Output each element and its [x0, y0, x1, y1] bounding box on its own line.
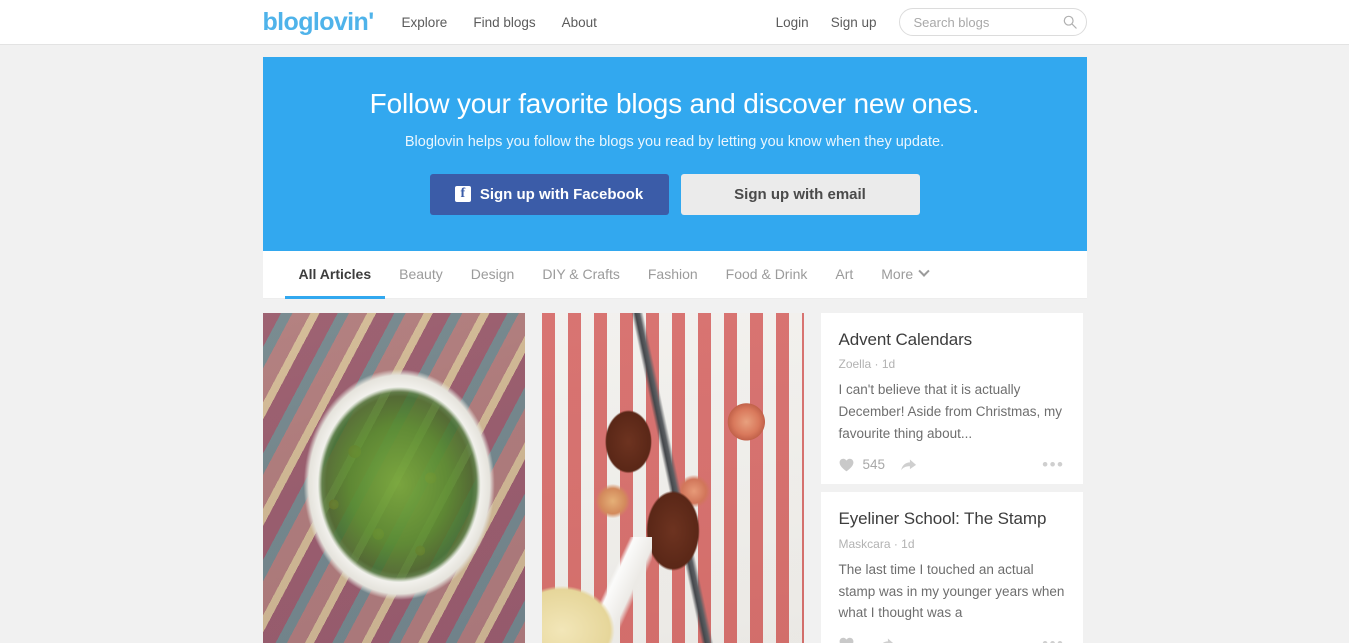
ellipsis-icon[interactable]: •••	[1042, 635, 1064, 643]
tab-art[interactable]: Art	[821, 251, 867, 298]
feed-column-1	[262, 312, 525, 643]
signup-with-facebook-label: Sign up with Facebook	[479, 185, 644, 203]
tab-more[interactable]: More	[867, 251, 942, 298]
feed-column-2	[541, 312, 804, 643]
facebook-icon: f	[454, 186, 471, 203]
article-title[interactable]: Advent Calendars	[839, 329, 1065, 350]
hero-cta-group: f Sign up with Facebook Sign up with ema…	[283, 173, 1067, 215]
tab-design-label: Design	[470, 266, 515, 283]
article-meta: Zoella · 1d	[838, 356, 896, 371]
article-title[interactable]: Eyeliner School: The Stamp	[839, 508, 1065, 529]
hero-title: Follow your favorite blogs and discover …	[369, 88, 980, 119]
page-container: Follow your favorite blogs and discover …	[262, 45, 1087, 643]
nav-item-explore[interactable]: Explore	[402, 15, 448, 30]
header-actions: Login Sign up	[776, 8, 1087, 36]
salad-photo	[262, 312, 525, 643]
chevron-down-icon	[918, 265, 930, 277]
heart-icon[interactable]	[839, 637, 854, 643]
heart-icon[interactable]	[839, 458, 854, 472]
article-actions: •••	[839, 635, 1065, 643]
apple-butter-photo	[541, 312, 804, 643]
signup-with-email-button[interactable]: Sign up with email	[680, 173, 920, 215]
tab-fashion[interactable]: Fashion	[634, 251, 712, 298]
photo-card-salad[interactable]	[262, 312, 525, 643]
like-count: 545	[862, 457, 886, 473]
tab-more-label: More	[881, 266, 914, 283]
article-meta: Maskcara · 1d	[838, 536, 915, 551]
tab-diy-and-crafts[interactable]: DIY & Crafts	[528, 251, 634, 298]
article-feed: Advent Calendars Zoella · 1d I can't bel…	[262, 312, 1087, 643]
tab-all-articles[interactable]: All Articles	[284, 251, 386, 299]
hero-banner: Follow your favorite blogs and discover …	[262, 57, 1087, 251]
tab-food-and-drink[interactable]: Food & Drink	[712, 251, 822, 298]
category-tabs: All Articles Beauty Design DIY & Crafts …	[262, 250, 1087, 299]
article-actions: 545 •••	[839, 456, 1065, 473]
signup-link[interactable]: Sign up	[831, 15, 877, 30]
site-logo[interactable]: bloglovin'	[263, 9, 375, 35]
article-excerpt: The last time I touched an actual stamp …	[838, 561, 1065, 621]
share-icon[interactable]	[878, 637, 895, 643]
tab-beauty[interactable]: Beauty	[385, 251, 457, 298]
share-icon[interactable]	[900, 458, 917, 472]
header-inner: bloglovin' Explore Find blogs About Logi…	[263, 0, 1087, 44]
login-link[interactable]: Login	[776, 15, 809, 30]
tab-beauty-label: Beauty	[399, 266, 443, 283]
article-excerpt: I can't believe that it is actually Dece…	[838, 381, 1063, 441]
tab-all-articles-label: All Articles	[298, 266, 372, 283]
tab-fashion-label: Fashion	[647, 266, 698, 283]
search-box[interactable]	[898, 8, 1087, 36]
feed-column-3: Advent Calendars Zoella · 1d I can't bel…	[820, 312, 1083, 643]
ellipsis-icon[interactable]: •••	[1042, 456, 1064, 473]
site-header: bloglovin' Explore Find blogs About Logi…	[0, 0, 1349, 45]
signup-with-facebook-button[interactable]: f Sign up with Facebook	[429, 173, 669, 215]
tab-diy-and-crafts-label: DIY & Crafts	[542, 266, 620, 283]
hero-subtitle: Bloglovin helps you follow the blogs you…	[404, 133, 945, 150]
nav-item-about[interactable]: About	[562, 15, 597, 30]
nav-item-find-blogs[interactable]: Find blogs	[473, 15, 535, 30]
primary-nav: Explore Find blogs About	[402, 15, 597, 30]
tab-art-label: Art	[835, 266, 854, 283]
article-card[interactable]: Eyeliner School: The Stamp Maskcara · 1d…	[820, 492, 1083, 643]
article-card[interactable]: Advent Calendars Zoella · 1d I can't bel…	[820, 312, 1083, 485]
tab-food-and-drink-label: Food & Drink	[725, 266, 808, 283]
signup-with-email-label: Sign up with email	[734, 185, 866, 203]
tab-design[interactable]: Design	[457, 251, 529, 298]
search-input[interactable]	[898, 8, 1087, 36]
photo-card-apple-butter[interactable]	[541, 312, 804, 643]
